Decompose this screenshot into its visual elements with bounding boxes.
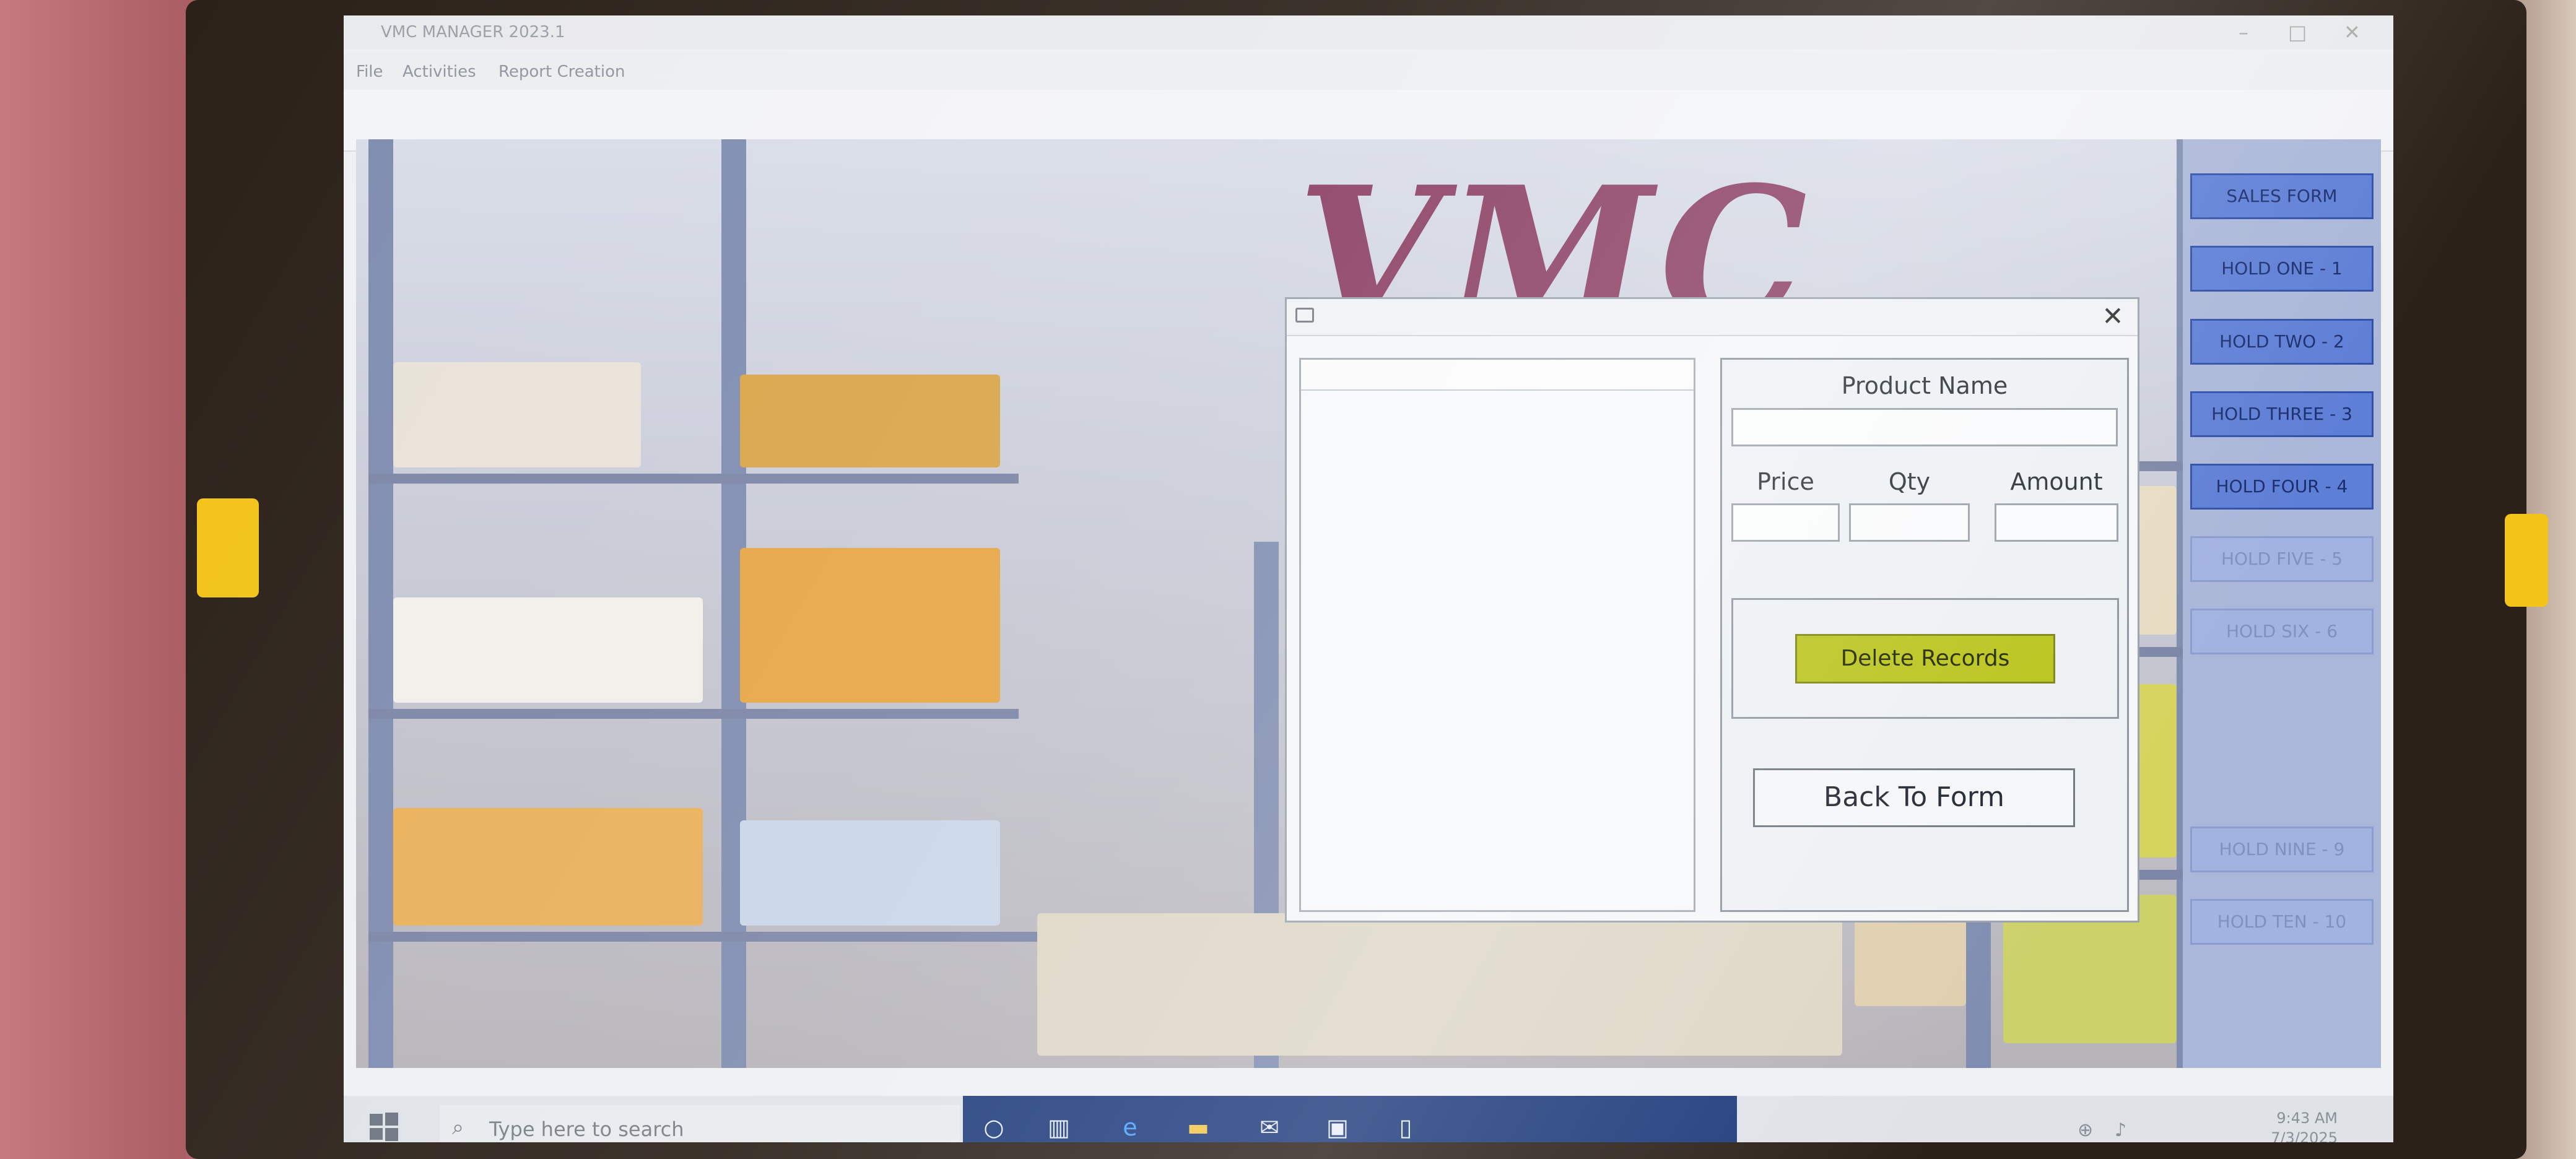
- price-label: Price: [1757, 468, 1814, 495]
- price-field[interactable]: [1731, 503, 1840, 542]
- hold-one-button[interactable]: HOLD ONE - 1: [2190, 246, 2374, 292]
- clock[interactable]: 9:43 AM 7/3/2025: [2271, 1108, 2338, 1142]
- clock-date: 7/3/2025: [2271, 1129, 2338, 1142]
- clock-time: 9:43 AM: [2276, 1109, 2338, 1127]
- background-wall-left: [0, 0, 204, 1159]
- minimize-button[interactable]: –: [2239, 20, 2248, 44]
- mail-icon[interactable]: ✉: [1254, 1113, 1285, 1142]
- hold-three-button[interactable]: HOLD THREE - 3: [2190, 391, 2374, 437]
- delete-records-dialog: ✕ Product Name Price Qty Amount Delete R…: [1285, 297, 2139, 922]
- record-form-panel: Product Name Price Qty Amount Delete Rec…: [1720, 358, 2129, 912]
- product-bags: [393, 597, 703, 703]
- taskbar-apps: ○ ▥ e ▬ ✉ ▣ ▯: [963, 1096, 1737, 1142]
- menu-bar: File Activities Report Creation: [344, 53, 2393, 90]
- maximize-button[interactable]: □: [2288, 20, 2307, 44]
- product-name-label: Product Name: [1841, 372, 2008, 399]
- amount-field[interactable]: [1995, 503, 2118, 542]
- product-name-field[interactable]: [1731, 408, 2118, 446]
- hold-two-button[interactable]: HOLD TWO - 2: [2190, 319, 2374, 365]
- store-icon[interactable]: ▣: [1322, 1113, 1353, 1142]
- taskbar: ⌕ Type here to search ○ ▥ e ▬ ✉ ▣ ▯ ⊕ ♪ …: [344, 1096, 2393, 1142]
- window-titlebar: VMC MANAGER 2023.1 – □ ✕: [344, 15, 2393, 50]
- hold-six-button[interactable]: HOLD SIX - 6: [2190, 609, 2374, 654]
- product-boxes: [393, 362, 641, 467]
- product-bottles: [740, 820, 1000, 926]
- cortana-icon[interactable]: ○: [978, 1113, 1009, 1142]
- close-window-button[interactable]: ✕: [2344, 20, 2361, 44]
- sales-form-button[interactable]: SALES FORM: [2190, 173, 2374, 219]
- product-boxes: [740, 375, 1000, 467]
- records-list[interactable]: [1299, 358, 1695, 912]
- hold-five-button[interactable]: HOLD FIVE - 5: [2190, 536, 2374, 582]
- hold-buttons-panel: SALES FORM HOLD ONE - 1 HOLD TWO - 2 HOL…: [2183, 139, 2381, 1068]
- system-tray: ⊕ ♪ 9:43 AM 7/3/2025: [2053, 1108, 2375, 1142]
- product-bags: [393, 808, 703, 926]
- taskbar-search-box[interactable]: ⌕ Type here to search: [440, 1105, 960, 1142]
- amount-label: Amount: [2010, 468, 2103, 495]
- dialog-close-button[interactable]: ✕: [2098, 302, 2128, 331]
- clip-right: [2505, 514, 2548, 607]
- delete-group-box: Delete Records: [1731, 598, 2119, 719]
- back-to-form-button[interactable]: Back To Form: [1753, 768, 2075, 827]
- file-explorer-icon[interactable]: ▬: [1183, 1113, 1214, 1142]
- window-icon: [1295, 308, 1314, 323]
- shelf: [368, 474, 1019, 484]
- network-icon[interactable]: ⊕: [2078, 1119, 2093, 1141]
- qty-label: Qty: [1888, 468, 1931, 495]
- window-title: VMC MANAGER 2023.1: [381, 23, 565, 41]
- shelf-post: [368, 139, 393, 1068]
- dialog-titlebar: ✕: [1287, 299, 2138, 336]
- records-list-header: [1301, 360, 1694, 391]
- hold-ten-button[interactable]: HOLD TEN - 10: [2190, 899, 2374, 945]
- search-placeholder: Type here to search: [489, 1118, 684, 1141]
- menu-activities[interactable]: Activities: [402, 63, 476, 81]
- app-icon[interactable]: ▯: [1390, 1113, 1421, 1142]
- volume-icon[interactable]: ♪: [2115, 1119, 2126, 1141]
- clip-left: [197, 498, 259, 597]
- search-icon: ⌕: [452, 1115, 464, 1140]
- shelf: [368, 709, 1019, 719]
- edge-icon[interactable]: e: [1115, 1113, 1146, 1142]
- hold-four-button[interactable]: HOLD FOUR - 4: [2190, 464, 2374, 510]
- qty-field[interactable]: [1849, 503, 1970, 542]
- windows-start-icon[interactable]: [368, 1111, 399, 1142]
- screen: VMC MANAGER 2023.1 – □ ✕ File Activities…: [344, 15, 2393, 1142]
- menu-file[interactable]: File: [356, 63, 383, 81]
- product-jars: [740, 548, 1000, 703]
- product-aisle: [1037, 913, 1842, 1056]
- menu-report-creation[interactable]: Report Creation: [498, 63, 625, 81]
- delete-records-button[interactable]: Delete Records: [1795, 634, 2055, 684]
- task-view-icon[interactable]: ▥: [1043, 1113, 1074, 1142]
- hold-nine-button[interactable]: HOLD NINE - 9: [2190, 827, 2374, 872]
